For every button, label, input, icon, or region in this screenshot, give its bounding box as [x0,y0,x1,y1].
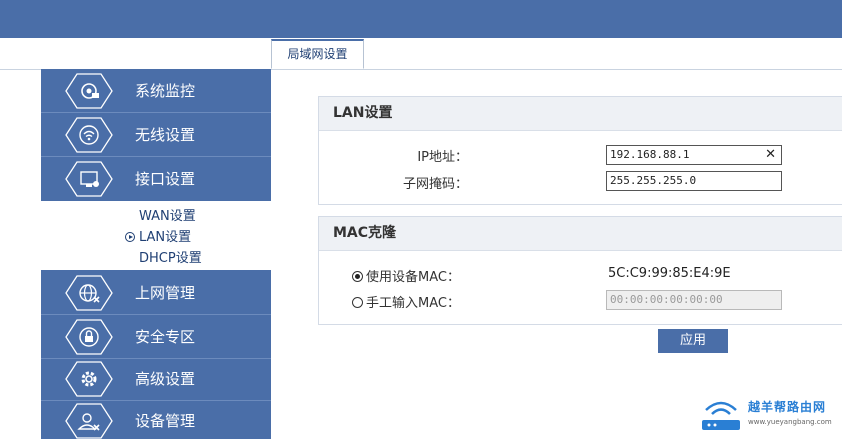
manual-mac-input[interactable]: 00:00:00:00:00:00 [606,290,782,310]
ip-address-value: 192.168.88.1 [610,148,690,161]
sidebar-item-label: 设备管理 [135,412,196,430]
sidebar-item-label: 高级设置 [135,370,196,388]
security-icon [65,319,113,355]
watermark-url: www.yueyangbang.com [748,418,832,426]
tab-bar: 局域网设置 [0,38,842,70]
submenu-item-label: LAN设置 [139,230,192,245]
watermark-logo: 越羊帮路由网 www.yueyangbang.com [698,396,842,436]
manual-mac-radio[interactable] [352,297,363,308]
submenu-item-label: DHCP设置 [139,251,202,266]
use-device-mac-option[interactable]: 使用设备MAC： [352,266,460,285]
submenu-item-lan[interactable]: LAN设置 [125,228,191,248]
internet-icon [65,275,113,311]
watermark-router-icon [702,401,740,430]
system-monitor-icon [65,73,113,109]
sidebar-item-system-monitor[interactable]: 系统监控 [41,69,271,113]
interface-icon [65,161,113,197]
sidebar-item-label: 接口设置 [135,170,196,188]
current-arrow-icon [125,232,135,242]
wireless-icon [65,117,113,153]
sidebar-item-label: 安全专区 [135,328,196,346]
ip-address-input[interactable]: 192.168.88.1 ✕ [606,145,782,165]
sidebar-item-label: 系统监控 [135,82,196,100]
subnet-mask-input[interactable]: 255.255.255.0 [606,171,782,191]
device-mac-value: 5C:C9:99:85:E4:9E [608,266,731,281]
sidebar-item-internet[interactable]: 上网管理 [41,271,271,315]
manual-mac-option[interactable]: 手工输入MAC： [352,292,460,311]
advanced-gear-icon [65,361,113,397]
sidebar-item-label: 无线设置 [135,126,196,144]
manual-mac-placeholder: 00:00:00:00:00:00 [610,293,723,306]
submenu-item-wan[interactable]: WAN设置 [139,207,196,227]
clear-icon[interactable]: ✕ [765,146,776,164]
sidebar-item-advanced[interactable]: 高级设置 [41,357,271,401]
sidebar-item-interface[interactable]: 接口设置 [41,157,271,201]
mac-panel-title: MAC克隆 [319,217,842,251]
use-device-mac-label: 使用设备MAC： [366,270,460,285]
apply-button[interactable]: 应用 [658,329,728,353]
sidebar-item-wireless[interactable]: 无线设置 [41,113,271,157]
manual-mac-label: 手工输入MAC： [366,296,460,311]
tab-lan-settings[interactable]: 局域网设置 [271,39,364,69]
sidebar-item-label: 上网管理 [135,284,196,302]
subnet-mask-value: 255.255.255.0 [610,174,697,187]
device-management-icon [65,403,113,439]
submenu-item-label: WAN设置 [139,209,196,224]
subnet-mask-label: 子网掩码： [402,177,468,192]
ip-address-label: IP地址： [417,150,468,165]
top-banner [0,0,842,38]
sidebar-item-device-management[interactable]: 设备管理 [41,399,271,443]
use-device-mac-radio[interactable] [352,271,363,282]
lan-panel-title: LAN设置 [319,97,842,131]
interface-submenu: WAN设置 LAN设置 DHCP设置 [41,201,271,270]
watermark-text: 越羊帮路由网 [748,400,827,414]
sidebar: 系统监控 无线设置 接口设置 WAN设置 LAN设置 DHCP设置 上网管理 安… [41,69,271,439]
submenu-item-dhcp[interactable]: DHCP设置 [139,249,202,269]
sidebar-item-security[interactable]: 安全专区 [41,315,271,359]
